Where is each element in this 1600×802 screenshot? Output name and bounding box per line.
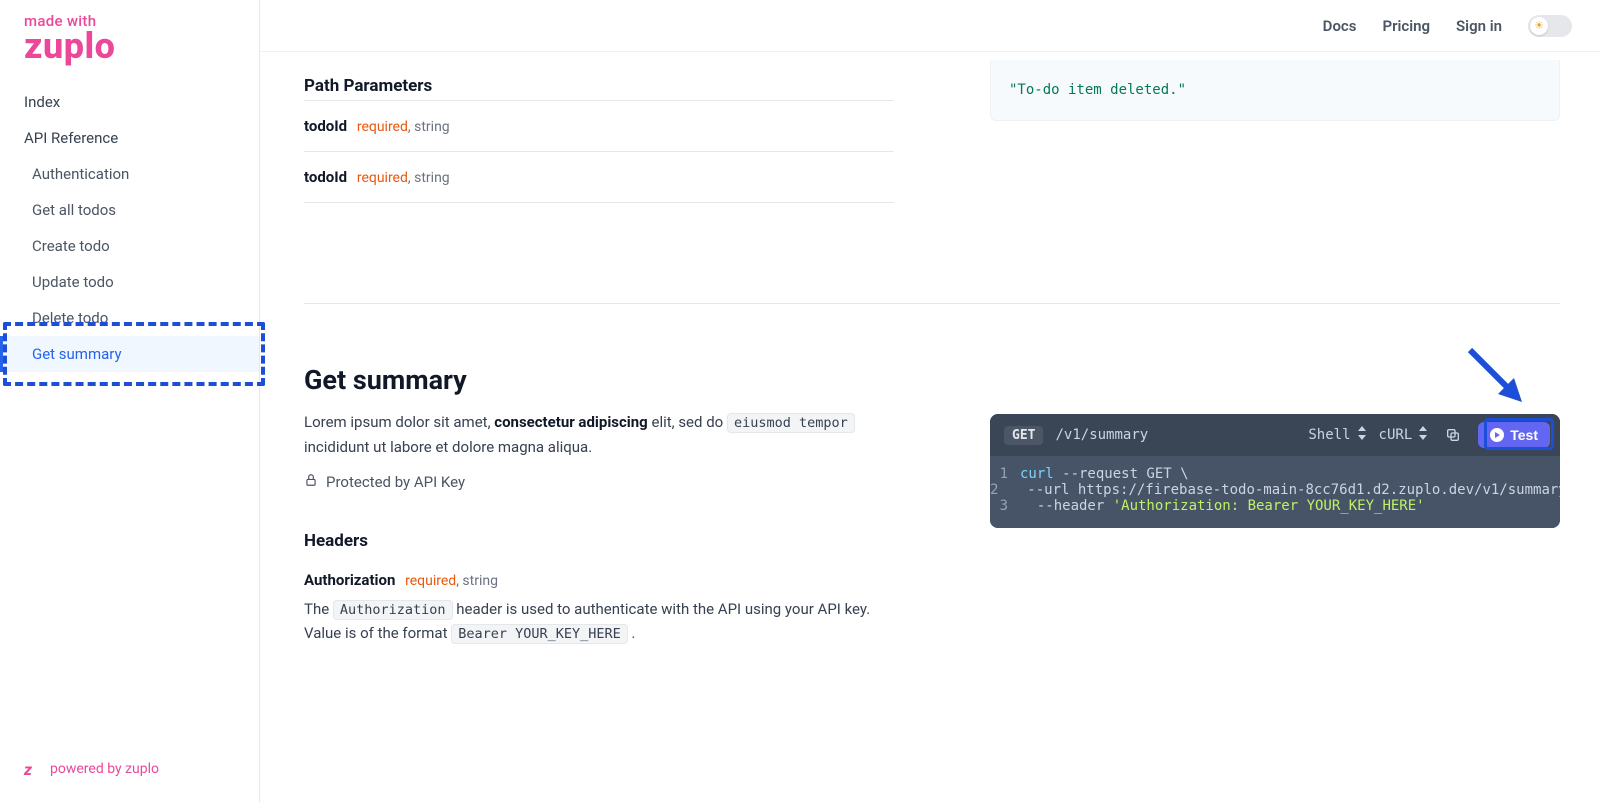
protected-indicator: Protected by API Key (304, 473, 894, 491)
test-button[interactable]: Test (1478, 422, 1550, 448)
param-row: todoId required, string (304, 152, 894, 203)
chevron-updown-icon (1357, 426, 1367, 444)
code-body[interactable]: 1curl --request GET \ 2 --url https://fi… (990, 456, 1560, 528)
sidebar-item-get-summary[interactable]: Get summary (0, 336, 259, 372)
theme-toggle-knob: ☀ (1530, 17, 1548, 35)
language-selector[interactable]: Shell (1308, 426, 1366, 444)
sidebar-item-api-reference[interactable]: API Reference (0, 120, 259, 156)
sidebar-item-create-todo[interactable]: Create todo (0, 228, 259, 264)
param-type-tag: , string (408, 119, 450, 135)
sidebar: made with zuplo Index API Reference Auth… (0, 0, 260, 802)
sidebar-footer-label: powered by zuplo (50, 761, 159, 777)
page-divider (304, 303, 1560, 304)
inline-code: Authorization (333, 600, 453, 620)
sidebar-item-get-all-todos[interactable]: Get all todos (0, 192, 259, 228)
sidebar-item-authentication[interactable]: Authentication (0, 156, 259, 192)
param-description: The Authorization header is used to auth… (304, 597, 894, 646)
sidebar-footer[interactable]: z powered by zuplo (0, 736, 259, 802)
language-label: Shell (1308, 427, 1350, 443)
section-title-headers: Headers (304, 531, 894, 551)
topbar-link-docs[interactable]: Docs (1323, 17, 1357, 35)
param-name: Authorization (304, 571, 395, 589)
param-row: todoId required, string (304, 100, 894, 152)
param-type-tag: , string (408, 170, 450, 186)
param-required-tag: required (357, 170, 408, 186)
brand-name: zuplo (24, 30, 235, 62)
test-button-label: Test (1510, 427, 1538, 443)
topbar-link-signin[interactable]: Sign in (1456, 17, 1502, 35)
inline-code: Bearer YOUR_KEY_HERE (451, 624, 628, 644)
sun-icon: ☀ (1534, 20, 1544, 31)
theme-toggle[interactable]: ☀ (1528, 15, 1572, 37)
sidebar-item-delete-todo[interactable]: Delete todo (0, 300, 259, 336)
topbar: Docs Pricing Sign in ☀ (260, 0, 1600, 52)
chevron-updown-icon (1418, 426, 1428, 444)
section-title-path-params: Path Parameters (304, 76, 894, 96)
sidebar-item-update-todo[interactable]: Update todo (0, 264, 259, 300)
request-code-card: GET /v1/summary Shell cURL (990, 414, 1560, 528)
sidebar-item-label: Get summary (32, 345, 122, 363)
play-icon (1490, 428, 1504, 442)
tool-selector[interactable]: cURL (1379, 426, 1429, 444)
lock-icon (304, 473, 318, 491)
endpoint-title: Get summary (304, 364, 894, 396)
annotation-arrow (1460, 340, 1540, 420)
param-type-tag: , string (456, 573, 498, 589)
inline-code: eiusmod tempor (727, 413, 855, 433)
code-card-header: GET /v1/summary Shell cURL (990, 414, 1560, 456)
endpoint-description: Lorem ipsum dolor sit amet, consectetur … (304, 410, 894, 459)
param-row: Authorization required, string The Autho… (304, 555, 894, 662)
param-required-tag: required (405, 573, 456, 589)
response-body-box: "To-do item deleted." (990, 60, 1560, 121)
param-required-tag: required (357, 119, 408, 135)
brand-logo[interactable]: made with zuplo (0, 8, 259, 84)
tool-label: cURL (1379, 427, 1413, 443)
param-name: todoId (304, 168, 347, 186)
zuplo-icon: z (24, 760, 42, 778)
request-path: /v1/summary (1055, 427, 1148, 443)
topbar-link-pricing[interactable]: Pricing (1382, 17, 1430, 35)
copy-icon (1445, 427, 1461, 443)
main-content: Path Parameters todoId required, string … (260, 0, 1600, 802)
sidebar-nav: Index API Reference Authentication Get a… (0, 84, 259, 372)
protected-label: Protected by API Key (326, 473, 465, 491)
http-method-badge: GET (1004, 426, 1043, 445)
param-name: todoId (304, 117, 347, 135)
response-body-text: "To-do item deleted." (1009, 82, 1186, 98)
sidebar-item-index[interactable]: Index (0, 84, 259, 120)
copy-button[interactable] (1440, 422, 1466, 448)
